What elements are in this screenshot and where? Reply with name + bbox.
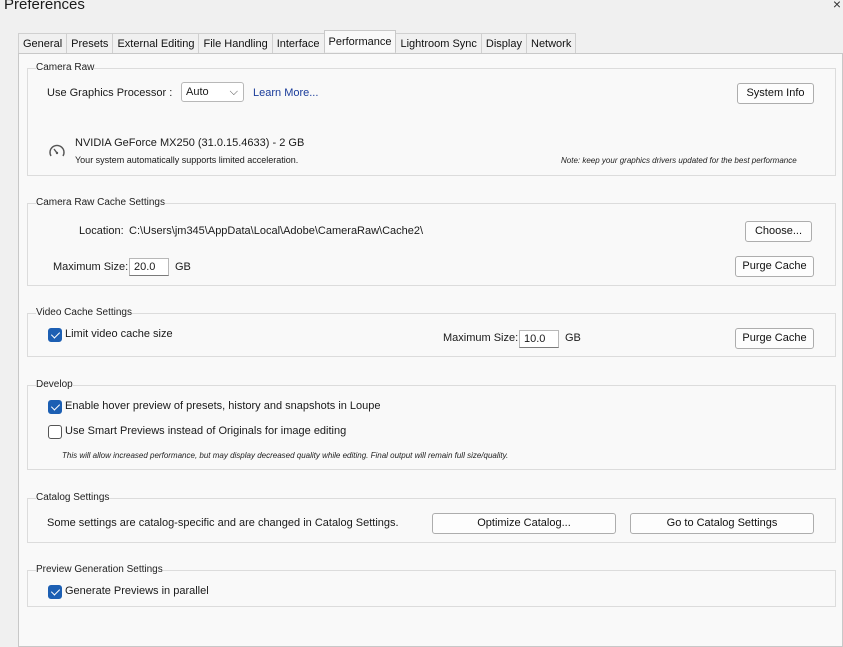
hover-preview-label: Enable hover preview of presets, history… <box>65 400 381 412</box>
window-title: Preferences <box>4 0 85 13</box>
tab-network[interactable]: Network <box>526 33 577 53</box>
generate-parallel-label: Generate Previews in parallel <box>65 585 209 597</box>
driver-note: Note: keep your graphics drivers updated… <box>561 156 797 165</box>
gpu-select[interactable]: Auto ⌵ <box>181 82 244 102</box>
choose-button[interactable]: Choose... <box>745 221 812 242</box>
raw-cache-title: Camera Raw Cache Settings <box>36 197 165 208</box>
tab-lightroom-sync[interactable]: Lightroom Sync <box>395 33 482 53</box>
location-label: Location: <box>79 225 124 237</box>
video-max-field[interactable]: 10.0 <box>519 330 559 348</box>
smart-previews-note: This will allow increased performance, b… <box>62 451 509 460</box>
learn-more-link[interactable]: Learn More... <box>253 87 318 99</box>
video-purge-cache-button[interactable]: Purge Cache <box>735 328 814 349</box>
tab-presets[interactable]: Presets <box>66 33 114 53</box>
raw-max-label: Maximum Size: <box>53 261 129 273</box>
catalog-title: Catalog Settings <box>36 492 110 503</box>
camera-raw-title: Camera Raw <box>36 62 95 73</box>
limit-video-cache-checkbox[interactable] <box>48 328 62 342</box>
develop-title: Develop <box>36 379 73 390</box>
location-value: C:\Users\jm345\AppData\Local\Adobe\Camer… <box>129 225 424 237</box>
smart-previews-label: Use Smart Previews instead of Originals … <box>65 425 347 437</box>
tab-file-handling[interactable]: File Handling <box>198 33 273 53</box>
gpu-status: Your system automatically supports limit… <box>75 155 299 165</box>
raw-max-field[interactable]: 20.0 <box>129 258 169 276</box>
tab-display[interactable]: Display <box>480 33 527 53</box>
video-max-unit: GB <box>565 332 581 344</box>
limit-video-cache-label: Limit video cache size <box>65 328 173 340</box>
system-info-button[interactable]: System Info <box>737 83 814 104</box>
gpu-name: NVIDIA GeForce MX250 (31.0.15.4633) - 2 … <box>75 137 305 149</box>
gauge-icon <box>48 143 66 161</box>
title-bar: Preferences × <box>0 0 843 22</box>
generate-parallel-checkbox[interactable] <box>48 585 62 599</box>
tab-general[interactable]: General <box>18 33 68 53</box>
go-to-catalog-settings-button[interactable]: Go to Catalog Settings <box>630 513 814 534</box>
raw-purge-cache-button[interactable]: Purge Cache <box>735 256 814 277</box>
video-cache-title: Video Cache Settings <box>36 307 132 318</box>
video-max-label: Maximum Size: <box>443 332 519 344</box>
gpu-select-value: Auto <box>186 86 209 98</box>
catalog-text: Some settings are catalog-specific and a… <box>47 517 399 529</box>
raw-max-unit: GB <box>175 261 191 273</box>
close-icon[interactable]: × <box>833 0 841 12</box>
tab-bar: General Presets External Editing File Ha… <box>18 30 577 53</box>
gpu-label: Use Graphics Processor : <box>47 87 173 99</box>
chevron-down-icon: ⌵ <box>229 86 238 98</box>
hover-preview-checkbox[interactable] <box>48 400 62 414</box>
tab-interface[interactable]: Interface <box>271 33 325 53</box>
tab-external-editing[interactable]: External Editing <box>112 33 200 53</box>
optimize-catalog-button[interactable]: Optimize Catalog... <box>432 513 616 534</box>
smart-previews-checkbox[interactable] <box>48 425 62 439</box>
preview-gen-title: Preview Generation Settings <box>36 564 163 575</box>
tab-performance[interactable]: Performance <box>323 30 397 52</box>
